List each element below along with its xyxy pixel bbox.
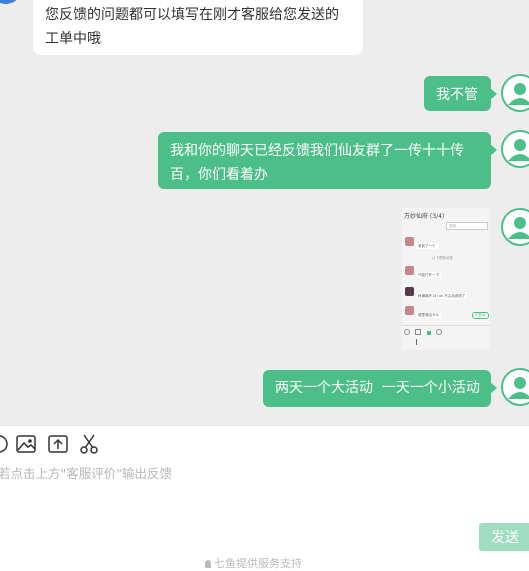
input-divider [0, 425, 529, 426]
preview-divider: 以下是新消息 [432, 256, 453, 260]
preview-line: 哪里清洁卡么 [416, 312, 441, 318]
preview-avatar [405, 266, 414, 275]
user-avatar [501, 130, 529, 168]
user-message: 我不管 [424, 76, 497, 111]
user-message-text: 我和你的聊天已经反馈我们仙友群了一传十十传百，你们看着办 [170, 143, 464, 183]
preview-search: 搜索 [446, 222, 488, 230]
agent-message-text: 您反馈的问题都可以填写在刚才客服给您发送的工单中哦 [45, 7, 339, 47]
agent-avatar [0, 0, 17, 4]
preview-line: 只能打开一下 [416, 272, 441, 278]
preview-line: 杯满离开15! ok 不主动说明了 [416, 293, 468, 299]
emoji-icon[interactable] [0, 433, 10, 455]
preview-avatar [405, 237, 414, 246]
preview-button: 去登录 [472, 312, 489, 319]
agent-message: 您反馈的问题都可以填写在刚才客服给您发送的工单中哦 [33, 0, 363, 55]
user-message: 我和你的聊天已经反馈我们仙友群了一传十十传百，你们看着办 [158, 132, 497, 189]
send-button[interactable]: 发送 [479, 523, 529, 551]
preview-avatar [405, 306, 414, 315]
preview-title: 万妙仙府 (3/4) [404, 213, 445, 220]
user-avatar [501, 368, 529, 406]
chat-area: 您反馈的问题都可以填写在刚才客服给您发送的工单中哦 我不管 我和你的聊天已经反馈… [0, 0, 529, 425]
input-toolbar [0, 430, 529, 458]
scissors-icon[interactable] [78, 433, 100, 455]
footer-text: 七鱼提供服务支持 [214, 557, 302, 570]
image-icon[interactable] [15, 433, 37, 455]
user-avatar [501, 208, 529, 246]
preview-avatar [405, 287, 414, 296]
user-message-text: 我不管 [436, 87, 478, 103]
preview-toolbar [404, 329, 444, 335]
upload-icon[interactable] [47, 433, 69, 455]
preview-line: 收到了一个 [416, 243, 438, 249]
input-placeholder: 若点击上方"客服评价"输出反馈 [0, 466, 172, 481]
preview-divider-line [402, 325, 490, 326]
image-message[interactable]: 万妙仙府 (3/4) 搜索 收到了一个 以下是新消息 只能打开一下 杯满离开15… [402, 208, 490, 350]
footer: 七鱼提供服务支持 [205, 555, 302, 571]
preview-caret [416, 339, 417, 345]
user-message: 两天一个大活动 一天一个小活动 [263, 370, 497, 407]
message-input[interactable]: 若点击上方"客服评价"输出反馈 [0, 463, 172, 482]
user-message-text: 两天一个大活动 一天一个小活动 [275, 380, 480, 396]
user-avatar [501, 74, 529, 112]
service-icon [205, 560, 211, 568]
